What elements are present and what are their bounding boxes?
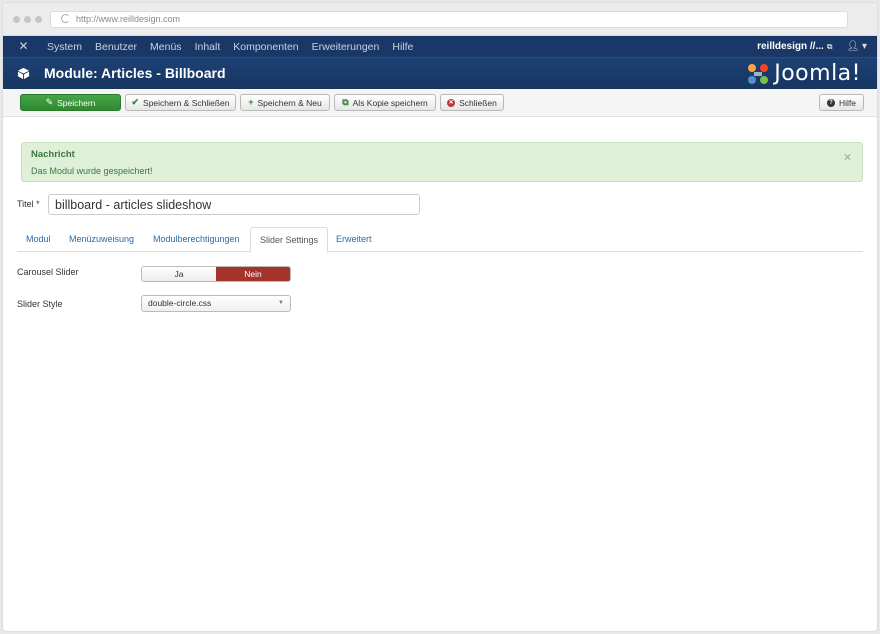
message-close-icon[interactable]: × [844,150,851,164]
chevron-down-icon: ▼ [278,300,284,306]
tab-slider-settings[interactable]: Slider Settings [250,227,329,253]
user-icon[interactable]: 👤︎ ▾ [847,41,868,52]
title-label: Titel * [17,199,40,209]
carousel-yes-option[interactable]: Ja [142,267,216,281]
browser-window: http://www.reilldesign.com ✕ System Benu… [3,3,877,631]
slider-style-value: double-circle.css [148,298,212,308]
reload-icon[interactable] [61,14,70,23]
menu-item-users[interactable]: Benutzer [95,41,137,53]
save-button-label: Speichern [57,97,96,108]
carousel-no-option[interactable]: Nein [216,267,290,281]
carousel-slider-toggle: Ja Nein [141,266,291,282]
cube-icon [17,67,30,80]
module-tabs: Modul Menüzuweisung Modulberechtigungen … [17,227,863,253]
page-title: Module: Articles - Billboard [44,65,226,81]
site-link[interactable]: reilldesign //... ⧉ [757,41,832,52]
save-button[interactable]: ✎ Speichern [20,94,121,111]
maximize-window-dot[interactable] [35,16,42,23]
tab-module[interactable]: Modul [17,227,60,252]
window-controls [13,16,42,23]
message-title: Nachricht [31,149,75,160]
menu-item-extensions[interactable]: Erweiterungen [312,41,380,53]
tab-module-permissions[interactable]: Modulberechtigungen [144,227,249,252]
page-header: Module: Articles - Billboard Joomla! [3,57,877,89]
nav-right: reilldesign //... ⧉ 👤︎ ▾ [757,36,867,57]
save-new-label: Speichern & Neu [257,97,322,108]
save-new-button[interactable]: + Speichern & Neu [240,94,330,111]
save-copy-label: Als Kopie speichern [352,97,428,108]
close-button-label: Schließen [459,97,497,108]
close-circle-icon: ✕ [447,98,456,107]
slider-style-select[interactable]: double-circle.css ▼ [141,295,291,312]
menu-item-help[interactable]: Hilfe [392,41,413,53]
browser-chrome: http://www.reilldesign.com [3,3,877,36]
help-button-label: Hilfe [838,97,856,108]
save-close-button[interactable]: ✔ Speichern & Schließen [125,94,236,111]
main-menu: System Benutzer Menüs Inhalt Komponenten… [47,36,426,57]
help-button[interactable]: ? Hilfe [819,94,864,111]
address-bar[interactable]: http://www.reilldesign.com [50,11,848,28]
site-link-label: reilldesign //... [757,41,824,52]
tab-menu-assignment[interactable]: Menüzuweisung [60,227,143,252]
close-button[interactable]: ✕ Schließen [440,94,504,111]
question-icon: ? [826,98,835,107]
edit-icon: ✎ [45,97,54,107]
toolbar: ✎ Speichern ✔ Speichern & Schließen + Sp… [3,89,877,117]
menu-item-menus[interactable]: Menüs [150,41,182,53]
admin-top-nav: ✕ System Benutzer Menüs Inhalt Komponent… [3,36,877,57]
joomla-logo-icon [748,63,769,84]
menu-item-system[interactable]: System [47,41,82,53]
tab-advanced[interactable]: Erweitert [327,227,381,252]
save-copy-button[interactable]: ⧉ Als Kopie speichern [334,94,436,111]
plus-icon: + [248,97,254,107]
url-text: http://www.reilldesign.com [76,14,181,24]
menu-item-components[interactable]: Komponenten [233,41,298,53]
message-body: Das Modul wurde gespeichert! [31,166,153,176]
success-message: Nachricht Das Modul wurde gespeichert! × [21,142,863,182]
save-close-label: Speichern & Schließen [143,97,230,108]
carousel-slider-label: Carousel Slider [17,267,79,277]
close-window-dot[interactable] [13,16,20,23]
joomla-brand: Joomla! [746,61,861,86]
slider-style-label: Slider Style [17,299,63,309]
check-icon: ✔ [131,97,140,107]
joomla-brand-text: Joomla! [774,61,861,86]
joomla-small-logo-icon[interactable]: ✕ [17,40,30,53]
menu-item-content[interactable]: Inhalt [195,41,221,53]
copy-icon: ⧉ [342,97,349,107]
external-link-icon: ⧉ [826,42,833,51]
minimize-window-dot[interactable] [24,16,31,23]
title-input[interactable] [48,194,420,215]
